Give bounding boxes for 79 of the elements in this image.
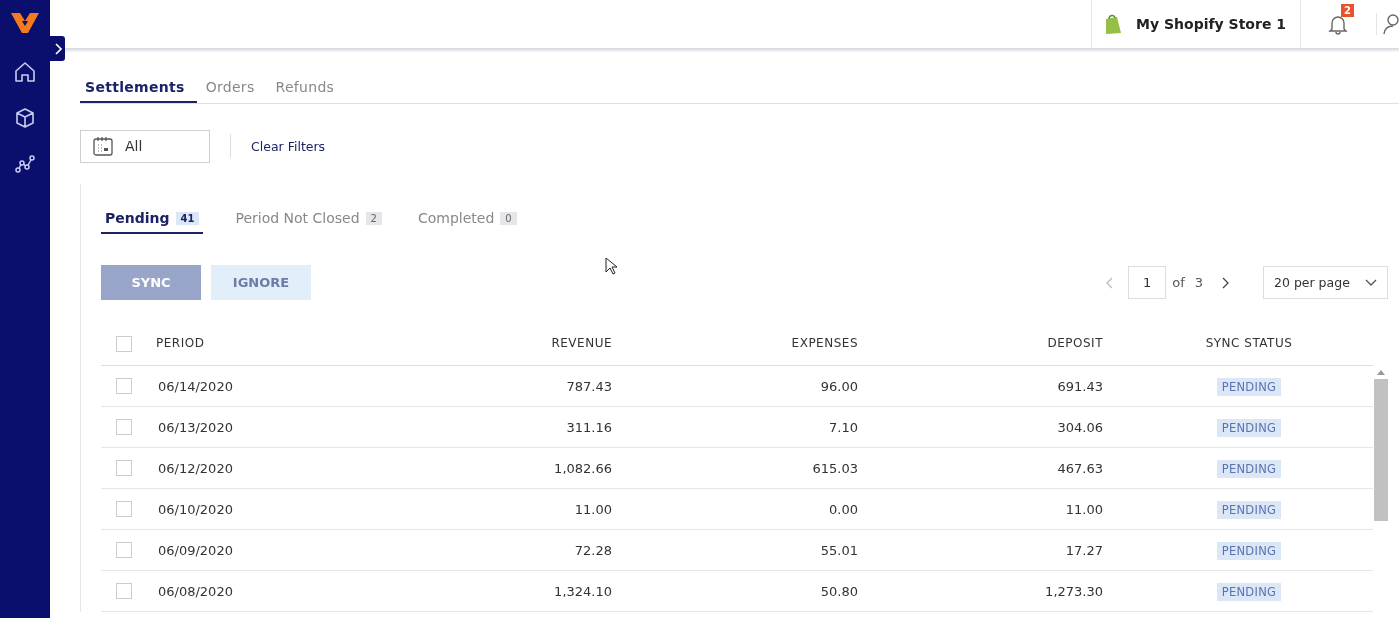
store-selector[interactable]: My Shopify Store 1	[1091, 0, 1301, 48]
per-page-dropdown[interactable]: 20 per page	[1263, 266, 1388, 299]
ignore-button[interactable]: IGNORE	[211, 265, 311, 300]
column-header: PERIOD	[156, 336, 206, 350]
chevron-right-icon	[53, 42, 62, 55]
store-name: My Shopify Store 1	[1136, 16, 1286, 32]
count-badge: 2	[365, 211, 382, 225]
count-badge: 41	[175, 211, 200, 225]
date-value: All	[125, 138, 143, 154]
row-checkbox[interactable]	[116, 419, 132, 435]
status-badge: PENDING	[1216, 541, 1282, 560]
row-checkbox[interactable]	[116, 378, 132, 394]
scrollbar-thumb[interactable]	[1374, 379, 1388, 521]
expand-button[interactable]	[50, 36, 65, 61]
status-tab[interactable]: Period Not Closed 2	[231, 210, 386, 234]
total-pages: 3	[1194, 275, 1203, 290]
table-cell-text: 06/09/2020	[157, 542, 234, 558]
box-icon[interactable]	[14, 107, 36, 129]
table-cell: 55.01	[820, 542, 858, 558]
date-filter[interactable]: All	[80, 129, 210, 163]
table-cell: 11.00	[574, 501, 612, 517]
select-all-checkbox[interactable]	[116, 336, 132, 352]
table-cell: 691.43	[1057, 378, 1103, 394]
of-label: of	[1172, 275, 1185, 290]
table-cell: 11.00	[1065, 501, 1103, 517]
table-cell: 96.00	[820, 378, 858, 394]
table-cell: 1,273.30	[1045, 583, 1103, 599]
row-checkbox[interactable]	[116, 583, 132, 599]
scroll-up-icon[interactable]	[1377, 370, 1385, 375]
column-header: EXPENSES	[791, 336, 858, 350]
tab[interactable]: Orders	[200, 79, 267, 103]
column-header: SYNC STATUS	[1204, 336, 1293, 350]
table-cell: 467.63	[1057, 460, 1103, 476]
table-cell: 50.80	[820, 583, 858, 599]
row-checkbox[interactable]	[116, 501, 132, 517]
table-cell-text: 06/13/2020	[157, 419, 234, 435]
column-header: REVENUE	[551, 336, 612, 350]
calendar-icon	[93, 136, 113, 156]
table-cell: 1,082.66	[554, 460, 612, 476]
tab[interactable]: Refunds	[270, 79, 347, 103]
table-cell: 0.00	[829, 501, 858, 517]
status-badge: PENDING	[1216, 500, 1282, 519]
next-page-icon[interactable]	[1221, 276, 1229, 289]
table-cell: 787.43	[566, 378, 612, 394]
column-header: DEPOSIT	[1047, 336, 1103, 350]
status-badge: PENDING	[1216, 377, 1282, 396]
table-cell-text: 06/12/2020	[157, 460, 234, 476]
cursor-icon	[605, 257, 617, 275]
table-cell: 72.28	[574, 542, 612, 558]
notifications-button[interactable]: 2	[1301, 0, 1364, 48]
logo-icon	[11, 12, 39, 34]
previous-page-icon[interactable]	[1106, 276, 1115, 289]
status-tab[interactable]: Completed 0	[413, 210, 521, 234]
count-badge: 0	[500, 211, 517, 225]
table-cell: 7.10	[829, 419, 858, 435]
status-badge: PENDING	[1216, 459, 1282, 478]
page-input[interactable]: 1	[1128, 266, 1167, 299]
shopping-bag-icon	[1104, 13, 1123, 35]
user-icon[interactable]	[1376, 13, 1399, 35]
chevron-down-icon	[1365, 278, 1377, 287]
status-badge: PENDING	[1216, 582, 1282, 601]
table-cell: 304.06	[1057, 419, 1103, 435]
table-cell: 1,324.10	[554, 583, 612, 599]
table-cell-text: 06/08/2020	[157, 583, 234, 599]
table-cell: 311.16	[566, 419, 612, 435]
tab[interactable]: Settlements	[80, 79, 197, 103]
table-cell-text: 06/14/2020	[157, 378, 234, 394]
status-badge: PENDING	[1216, 418, 1282, 437]
row-checkbox[interactable]	[116, 542, 132, 558]
status-tab[interactable]: Pending 41	[101, 210, 204, 234]
table-cell-text: 06/10/2020	[157, 501, 234, 517]
bell-icon	[1327, 13, 1349, 35]
row-checkbox[interactable]	[116, 460, 132, 476]
clear-filters-link[interactable]: Clear Filters	[251, 138, 326, 154]
notification-count: 2	[1341, 4, 1354, 17]
table-cell: 17.27	[1065, 542, 1103, 558]
analytics-icon[interactable]	[14, 153, 36, 175]
home-icon[interactable]	[14, 61, 36, 83]
table-cell: 615.03	[812, 460, 858, 476]
